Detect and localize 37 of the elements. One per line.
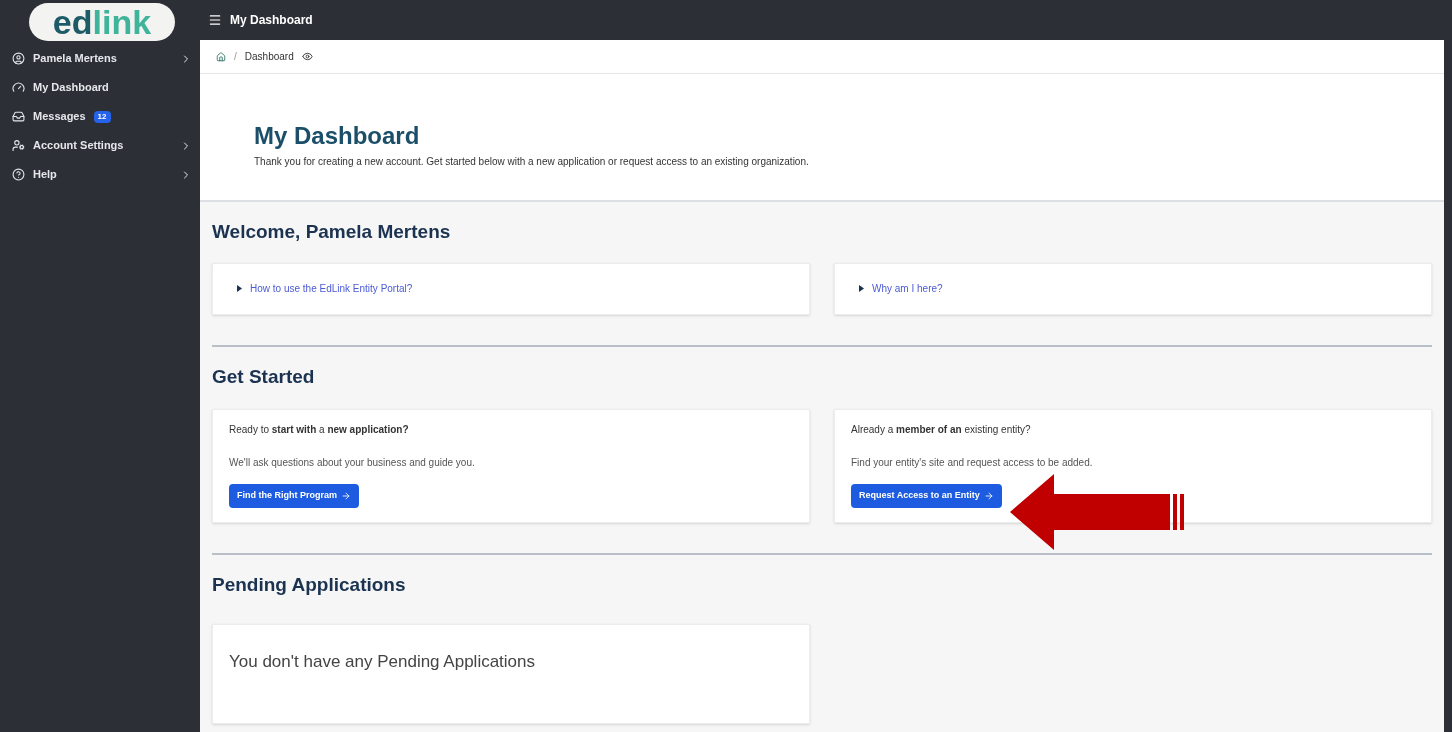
card-text: Find your entity's site and request access to be added. — [851, 456, 1094, 470]
sidebar-item[interactable]: Messages 12 — [4, 102, 200, 131]
page-subtitle: Thank you for creating a new account. Get started below with a new application or request access to an existing organization. — [254, 155, 810, 169]
empty-message: You don't have any Pending Applications — [229, 651, 536, 671]
page-heading: My Dashboard — [254, 124, 421, 148]
menu-icon[interactable] — [208, 13, 222, 27]
sidebar-item[interactable]: Account Settings — [4, 131, 200, 160]
caret-icon — [237, 285, 242, 292]
user-gear-icon — [12, 139, 25, 152]
breadcrumb-separator: / — [234, 50, 237, 64]
inbox-icon — [12, 110, 25, 123]
home-icon[interactable] — [216, 51, 226, 62]
page-title: My Dashboard — [230, 12, 313, 29]
section-heading: Get Started — [212, 364, 316, 389]
sidebar-item[interactable]: Help — [4, 160, 200, 189]
expand-link[interactable]: How to use the EdLink Entity Portal? — [250, 281, 413, 296]
arrow-right-icon — [341, 491, 351, 501]
sidebar-item[interactable]: My Dashboard — [4, 73, 200, 102]
help-icon — [12, 168, 25, 181]
logo-text: link — [92, 5, 152, 39]
expand-link[interactable]: Why am I here? — [872, 281, 943, 296]
sidebar-item[interactable]: Pamela Mertens — [4, 44, 200, 73]
eye-icon[interactable] — [301, 51, 313, 62]
logo-text: ed — [52, 5, 93, 39]
caret-icon — [859, 285, 864, 292]
count-badge: 12 — [93, 110, 111, 123]
action-button[interactable]: Request Access to an Entity — [851, 484, 1002, 508]
user-icon — [12, 52, 25, 65]
card-question: Already a member of an existing entity? — [851, 423, 1032, 437]
breadcrumb-item: Dashboard — [244, 50, 294, 64]
section-heading: Pending Applications — [212, 573, 407, 597]
card-text: We'll ask questions about your business and guide you. — [229, 456, 476, 470]
card-question: Ready to start with a new application? — [229, 423, 410, 437]
gauge-icon — [12, 81, 25, 94]
action-button[interactable]: Find the Right Program — [229, 484, 359, 508]
section-heading: Welcome, Pamela Mertens — [212, 220, 452, 244]
arrow-right-icon — [983, 491, 994, 501]
